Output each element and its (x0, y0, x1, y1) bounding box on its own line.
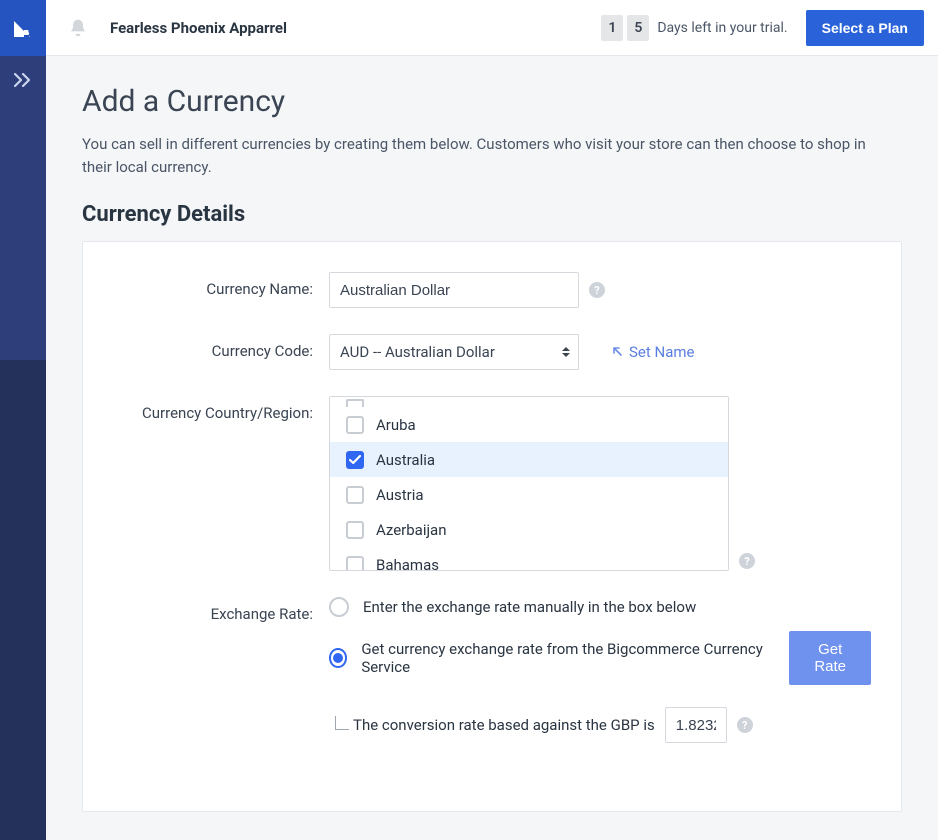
currency-code-label: Currency Code: (113, 334, 329, 360)
help-icon[interactable]: ? (737, 717, 753, 733)
page-description: You can sell in different currencies by … (82, 133, 882, 178)
conversion-text: The conversion rate based against the GB… (353, 716, 655, 734)
content: Add a Currency You can sell in different… (46, 56, 938, 840)
radio-manual[interactable] (329, 597, 349, 617)
logo-icon (12, 17, 34, 39)
trial-block: 1 5 Days left in your trial. Select a Pl… (601, 10, 924, 46)
app-root: Fearless Phoenix Apparrel 1 5 Days left … (0, 0, 938, 840)
set-name-text: Set Name (629, 343, 694, 361)
trial-digit-1: 1 (601, 15, 623, 41)
country-item-aruba[interactable]: Aruba (330, 407, 728, 442)
radio-manual-label: Enter the exchange rate manually in the … (363, 598, 696, 616)
country-item-azerbaijan[interactable]: Azerbaijan (330, 512, 728, 547)
store-name: Fearless Phoenix Apparrel (110, 19, 287, 37)
row-country-region: Currency Country/Region: Aruba (113, 396, 871, 571)
set-name-link[interactable]: Set Name (611, 343, 694, 361)
arrow-up-left-icon (611, 345, 625, 359)
section-title: Currency Details (82, 202, 902, 227)
topbar: Fearless Phoenix Apparrel 1 5 Days left … (46, 0, 938, 56)
conversion-row: The conversion rate based against the GB… (335, 707, 871, 743)
conversion-rate-input[interactable] (665, 707, 727, 743)
exchange-rate-label: Exchange Rate: (113, 597, 329, 623)
help-icon[interactable]: ? (589, 282, 605, 298)
checkbox-aruba[interactable] (346, 416, 364, 434)
main: Fearless Phoenix Apparrel 1 5 Days left … (46, 0, 938, 840)
row-exchange-rate: Exchange Rate: Enter the exchange rate m… (113, 597, 871, 743)
select-plan-button[interactable]: Select a Plan (806, 10, 924, 46)
checkbox-azerbaijan[interactable] (346, 521, 364, 539)
bell-icon[interactable] (64, 14, 92, 42)
currency-name-input[interactable] (329, 272, 579, 308)
country-list[interactable]: Aruba Australia Au (329, 396, 729, 571)
row-currency-code: Currency Code: AUD -- Australian Dollar (113, 334, 871, 370)
trial-days-counter: 1 5 (601, 15, 649, 41)
select-caret-icon (562, 347, 570, 357)
checkbox-australia[interactable] (346, 451, 364, 469)
row-currency-name: Currency Name: ? (113, 272, 871, 308)
sidebar-top (0, 0, 46, 360)
help-icon[interactable]: ? (739, 553, 755, 569)
page-title: Add a Currency (82, 84, 902, 119)
country-item-partial-top (330, 397, 728, 407)
currency-code-selected: AUD -- Australian Dollar (340, 343, 495, 361)
radio-service[interactable] (329, 648, 347, 668)
country-label: Austria (376, 486, 424, 504)
expand-sidebar-icon[interactable] (13, 70, 33, 90)
country-label: Australia (376, 451, 435, 469)
radio-service-label: Get currency exchange rate from the Bigc… (361, 640, 767, 676)
sidebar (0, 0, 46, 840)
country-label: Azerbaijan (376, 521, 447, 539)
currency-details-card: Currency Name: ? Currency Code: AUD -- A… (82, 241, 902, 812)
radio-row-manual[interactable]: Enter the exchange rate manually in the … (329, 597, 871, 617)
checkbox-austria[interactable] (346, 486, 364, 504)
currency-code-select[interactable]: AUD -- Australian Dollar (329, 334, 579, 370)
country-label: Aruba (376, 416, 416, 434)
get-rate-button[interactable]: Get Rate (789, 631, 871, 685)
country-item-bahamas[interactable]: Bahamas (330, 547, 728, 571)
check-icon (349, 455, 361, 465)
logo[interactable] (0, 0, 46, 56)
radio-row-service[interactable]: Get currency exchange rate from the Bigc… (329, 631, 871, 685)
trial-days-text: Days left in your trial. (657, 20, 787, 36)
country-item-australia[interactable]: Australia (330, 442, 728, 477)
country-item-austria[interactable]: Austria (330, 477, 728, 512)
country-region-label: Currency Country/Region: (113, 396, 329, 422)
country-label: Bahamas (376, 556, 439, 572)
indent-line-icon (335, 716, 349, 730)
trial-digit-2: 5 (627, 15, 649, 41)
currency-name-label: Currency Name: (113, 272, 329, 298)
checkbox-bahamas[interactable] (346, 556, 364, 572)
